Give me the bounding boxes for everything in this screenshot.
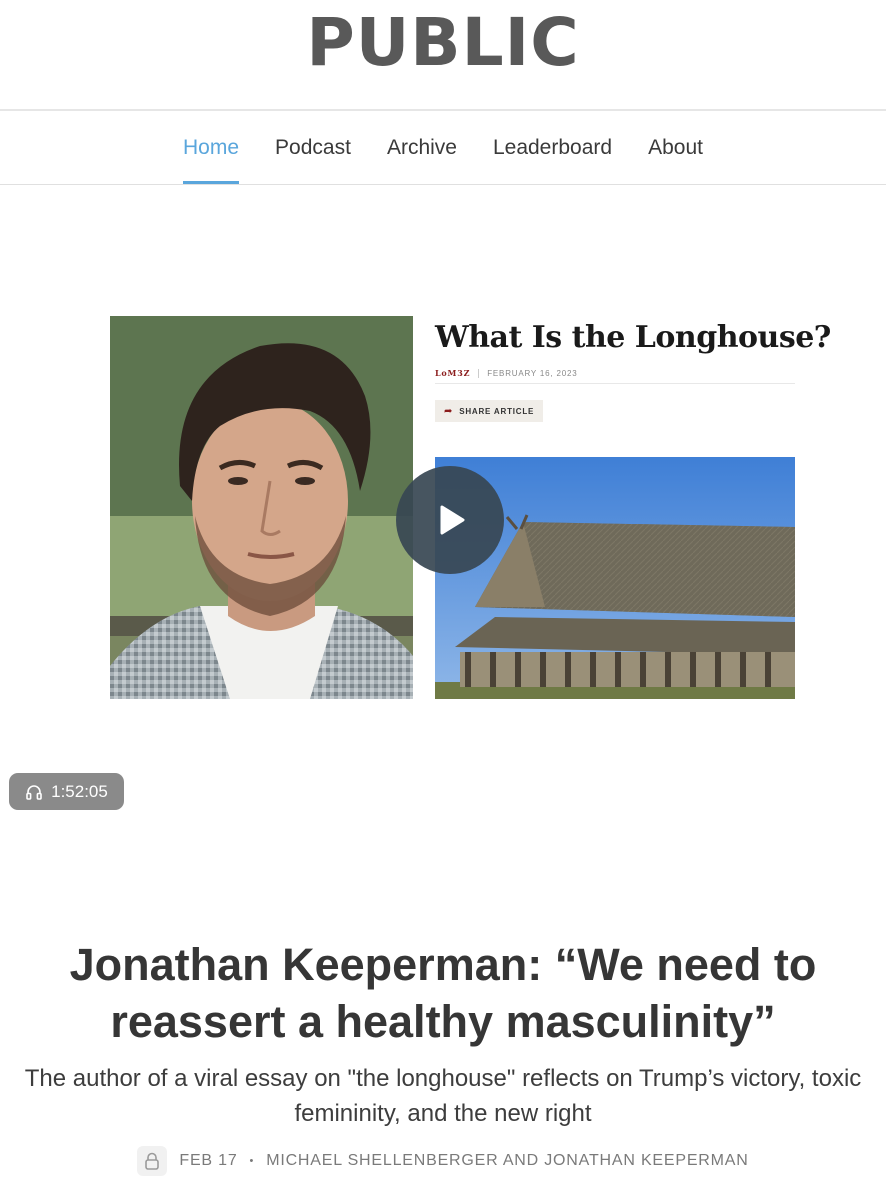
play-button[interactable] [396,466,504,574]
nav-item-label: About [648,135,703,159]
nav-item-label: Leaderboard [492,135,613,159]
nav-item-label: Archive [386,135,457,159]
nav-item-leaderboard[interactable]: Leaderboard [475,111,630,184]
post-subtitle: The author of a viral essay on "the long… [24,1065,862,1127]
byline-separator: • [249,1155,255,1167]
card-meta: LoM3Z FEBRUARY 16, 2023 [435,368,577,378]
paywall-lock-badge [137,1146,168,1176]
main-nav: Home Podcast Archive Leaderboard About [0,111,886,184]
post-byline: FEB 17 • MICHAEL SHELLENBERGER AND JONAT… [0,1146,886,1176]
duration-text: 1:52:05 [51,781,108,801]
site-logo-text: PUBLIC [306,4,580,81]
share-article-button: ➦ SHARE ARTICLE [435,400,544,422]
nav-item-label: Podcast [275,135,351,159]
audio-duration-badge: 1:52:05 [9,773,124,810]
lock-icon [145,1152,160,1170]
post-authors[interactable]: MICHAEL SHELLENBERGER AND JONATHAN KEEPE… [266,1152,748,1170]
nav-item-home[interactable]: Home [165,111,257,184]
nav-item-label: Home [183,135,240,159]
podcast-video-thumbnail[interactable]: What Is the Longhouse? LoM3Z FEBRUARY 16… [110,316,831,699]
post-date: FEB 17 [179,1152,238,1169]
nav-item-archive[interactable]: Archive [369,111,475,184]
meta-divider [478,368,480,378]
card-author: LoM3Z [435,368,471,378]
guest-portrait-image [110,316,413,699]
nav-divider-bottom [0,184,886,185]
share-label: SHARE ARTICLE [459,406,535,416]
card-title: What Is the Longhouse? [435,320,831,355]
nav-item-podcast[interactable]: Podcast [257,111,369,184]
post-title[interactable]: Jonathan Keeperman: “We need to reassert… [0,936,886,1050]
share-arrow-icon: ➦ [444,405,454,417]
play-icon [440,505,465,535]
headphones-icon [26,784,42,800]
site-logo[interactable]: PUBLIC [0,8,886,78]
nav-item-about[interactable]: About [630,111,721,184]
card-divider [435,383,795,384]
card-date: FEBRUARY 16, 2023 [487,368,578,378]
